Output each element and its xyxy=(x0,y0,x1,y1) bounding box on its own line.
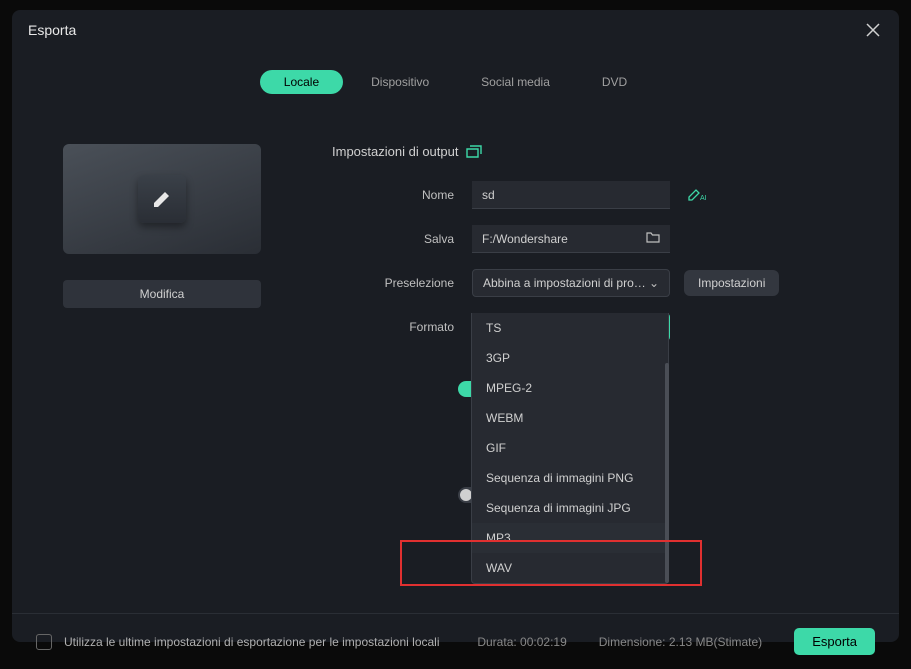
name-input[interactable] xyxy=(482,188,660,202)
preset-dropdown[interactable]: Abbina a impostazioni di progetto ⌄ xyxy=(472,269,670,297)
ai-pencil-icon: AI xyxy=(688,188,706,202)
duration-value: 00:02:19 xyxy=(520,635,567,649)
save-field[interactable]: F:/Wondershare xyxy=(472,225,670,253)
modal-footer: Utilizza le ultime impostazioni di espor… xyxy=(12,613,899,669)
format-option-gif[interactable]: GIF xyxy=(472,433,668,463)
size-meta: Dimensione: 2.13 MB(Stimate) xyxy=(599,635,762,649)
format-option-jpg-seq[interactable]: Sequenza di immagini JPG xyxy=(472,493,668,523)
export-modal: Esporta Locale Dispositivo Social media … xyxy=(12,10,899,642)
video-preview xyxy=(63,144,261,254)
close-icon xyxy=(866,23,880,37)
save-label: Salva xyxy=(332,232,472,246)
name-label: Nome xyxy=(332,188,472,202)
format-option-png-seq[interactable]: Sequenza di immagini PNG xyxy=(472,463,668,493)
save-path-value: F:/Wondershare xyxy=(482,232,568,246)
format-option-3gp[interactable]: 3GP xyxy=(472,343,668,373)
tab-dispositivo[interactable]: Dispositivo xyxy=(347,70,453,94)
output-icon xyxy=(466,145,482,159)
chevron-down-icon: ⌄ xyxy=(649,276,659,290)
use-last-settings-checkbox[interactable] xyxy=(36,634,52,650)
tab-locale[interactable]: Locale xyxy=(260,70,343,94)
format-option-mpeg2[interactable]: MPEG-2 xyxy=(472,373,668,403)
size-label: Dimensione: xyxy=(599,635,666,649)
preset-value: Abbina a impostazioni di progetto xyxy=(483,276,649,290)
edit-preview-button[interactable]: Modifica xyxy=(63,280,261,308)
options-scrollbar[interactable] xyxy=(665,363,669,583)
preset-settings-button[interactable]: Impostazioni xyxy=(684,270,779,296)
ai-name-button[interactable]: AI xyxy=(688,188,706,202)
output-settings-label: Impostazioni di output xyxy=(332,144,458,159)
duration-label: Durata: xyxy=(477,635,516,649)
format-options-list: TS 3GP MPEG-2 WEBM GIF Sequenza di immag… xyxy=(471,313,669,584)
tab-dvd[interactable]: DVD xyxy=(578,70,651,94)
format-option-ts[interactable]: TS xyxy=(472,313,668,343)
format-option-webm[interactable]: WEBM xyxy=(472,403,668,433)
use-last-settings-label: Utilizza le ultime impostazioni di espor… xyxy=(64,635,440,649)
close-button[interactable] xyxy=(863,20,883,40)
preview-pencil-badge xyxy=(138,175,186,223)
save-row: Salva F:/Wondershare xyxy=(332,225,859,253)
format-option-wav[interactable]: WAV xyxy=(472,553,668,583)
modal-title: Esporta xyxy=(28,22,76,38)
pencil-icon xyxy=(151,188,173,210)
format-label: Formato xyxy=(332,320,472,334)
svg-text:AI: AI xyxy=(700,195,706,202)
output-settings-title: Impostazioni di output xyxy=(332,144,859,159)
format-option-mp3[interactable]: MP3 xyxy=(472,523,668,553)
name-field[interactable] xyxy=(472,181,670,209)
duration-meta: Durata: 00:02:19 xyxy=(477,635,566,649)
preset-row: Preselezione Abbina a impostazioni di pr… xyxy=(332,269,859,297)
tab-social-media[interactable]: Social media xyxy=(457,70,574,94)
size-value: 2.13 MB(Stimate) xyxy=(669,635,762,649)
folder-icon xyxy=(646,231,660,243)
preview-column: Modifica xyxy=(52,144,272,593)
name-row: Nome AI xyxy=(332,181,859,209)
export-button[interactable]: Esporta xyxy=(794,628,875,655)
modal-header: Esporta xyxy=(12,10,899,50)
export-tabs: Locale Dispositivo Social media DVD xyxy=(12,70,899,94)
preset-label: Preselezione xyxy=(332,276,472,290)
browse-folder-button[interactable] xyxy=(646,231,660,246)
modal-content: Modifica Impostazioni di output Nome AI xyxy=(12,94,899,613)
